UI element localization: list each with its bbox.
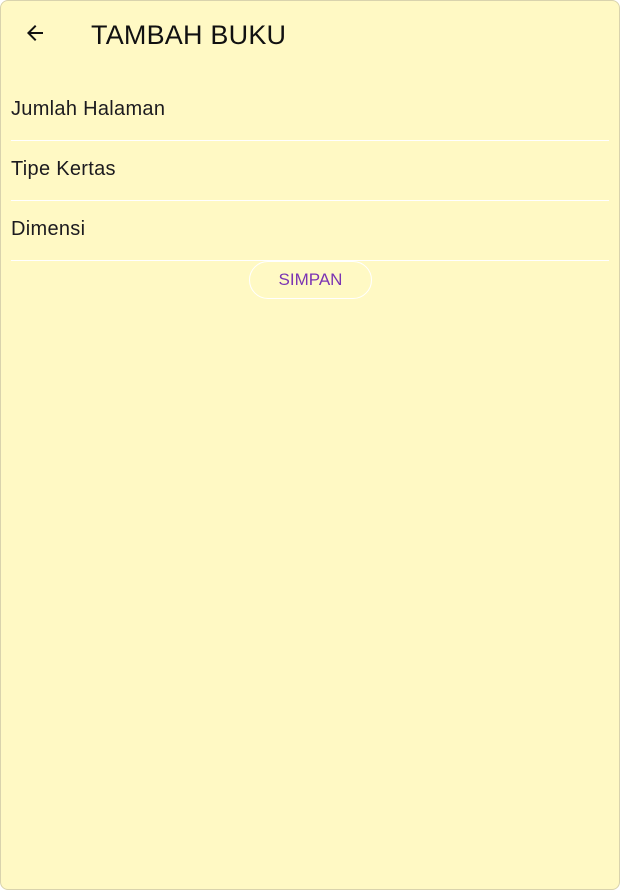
dimension-field[interactable]: Dimensi [11,201,609,261]
back-button[interactable] [15,15,55,55]
screen: TAMBAH BUKU Jumlah Halaman Tipe Kertas D… [0,0,620,890]
paper-type-label: Tipe Kertas [11,158,116,180]
arrow-back-icon [23,21,47,50]
dimension-label: Dimensi [11,218,86,240]
app-bar: TAMBAH BUKU [1,1,619,71]
page-title: TAMBAH BUKU [91,20,287,50]
paper-type-field[interactable]: Tipe Kertas [11,141,609,201]
page-count-field[interactable]: Jumlah Halaman [11,81,609,141]
save-button[interactable]: SIMPAN [249,261,372,299]
book-form: Jumlah Halaman Tipe Kertas Dimensi [11,81,609,261]
page-count-label: Jumlah Halaman [11,98,166,120]
